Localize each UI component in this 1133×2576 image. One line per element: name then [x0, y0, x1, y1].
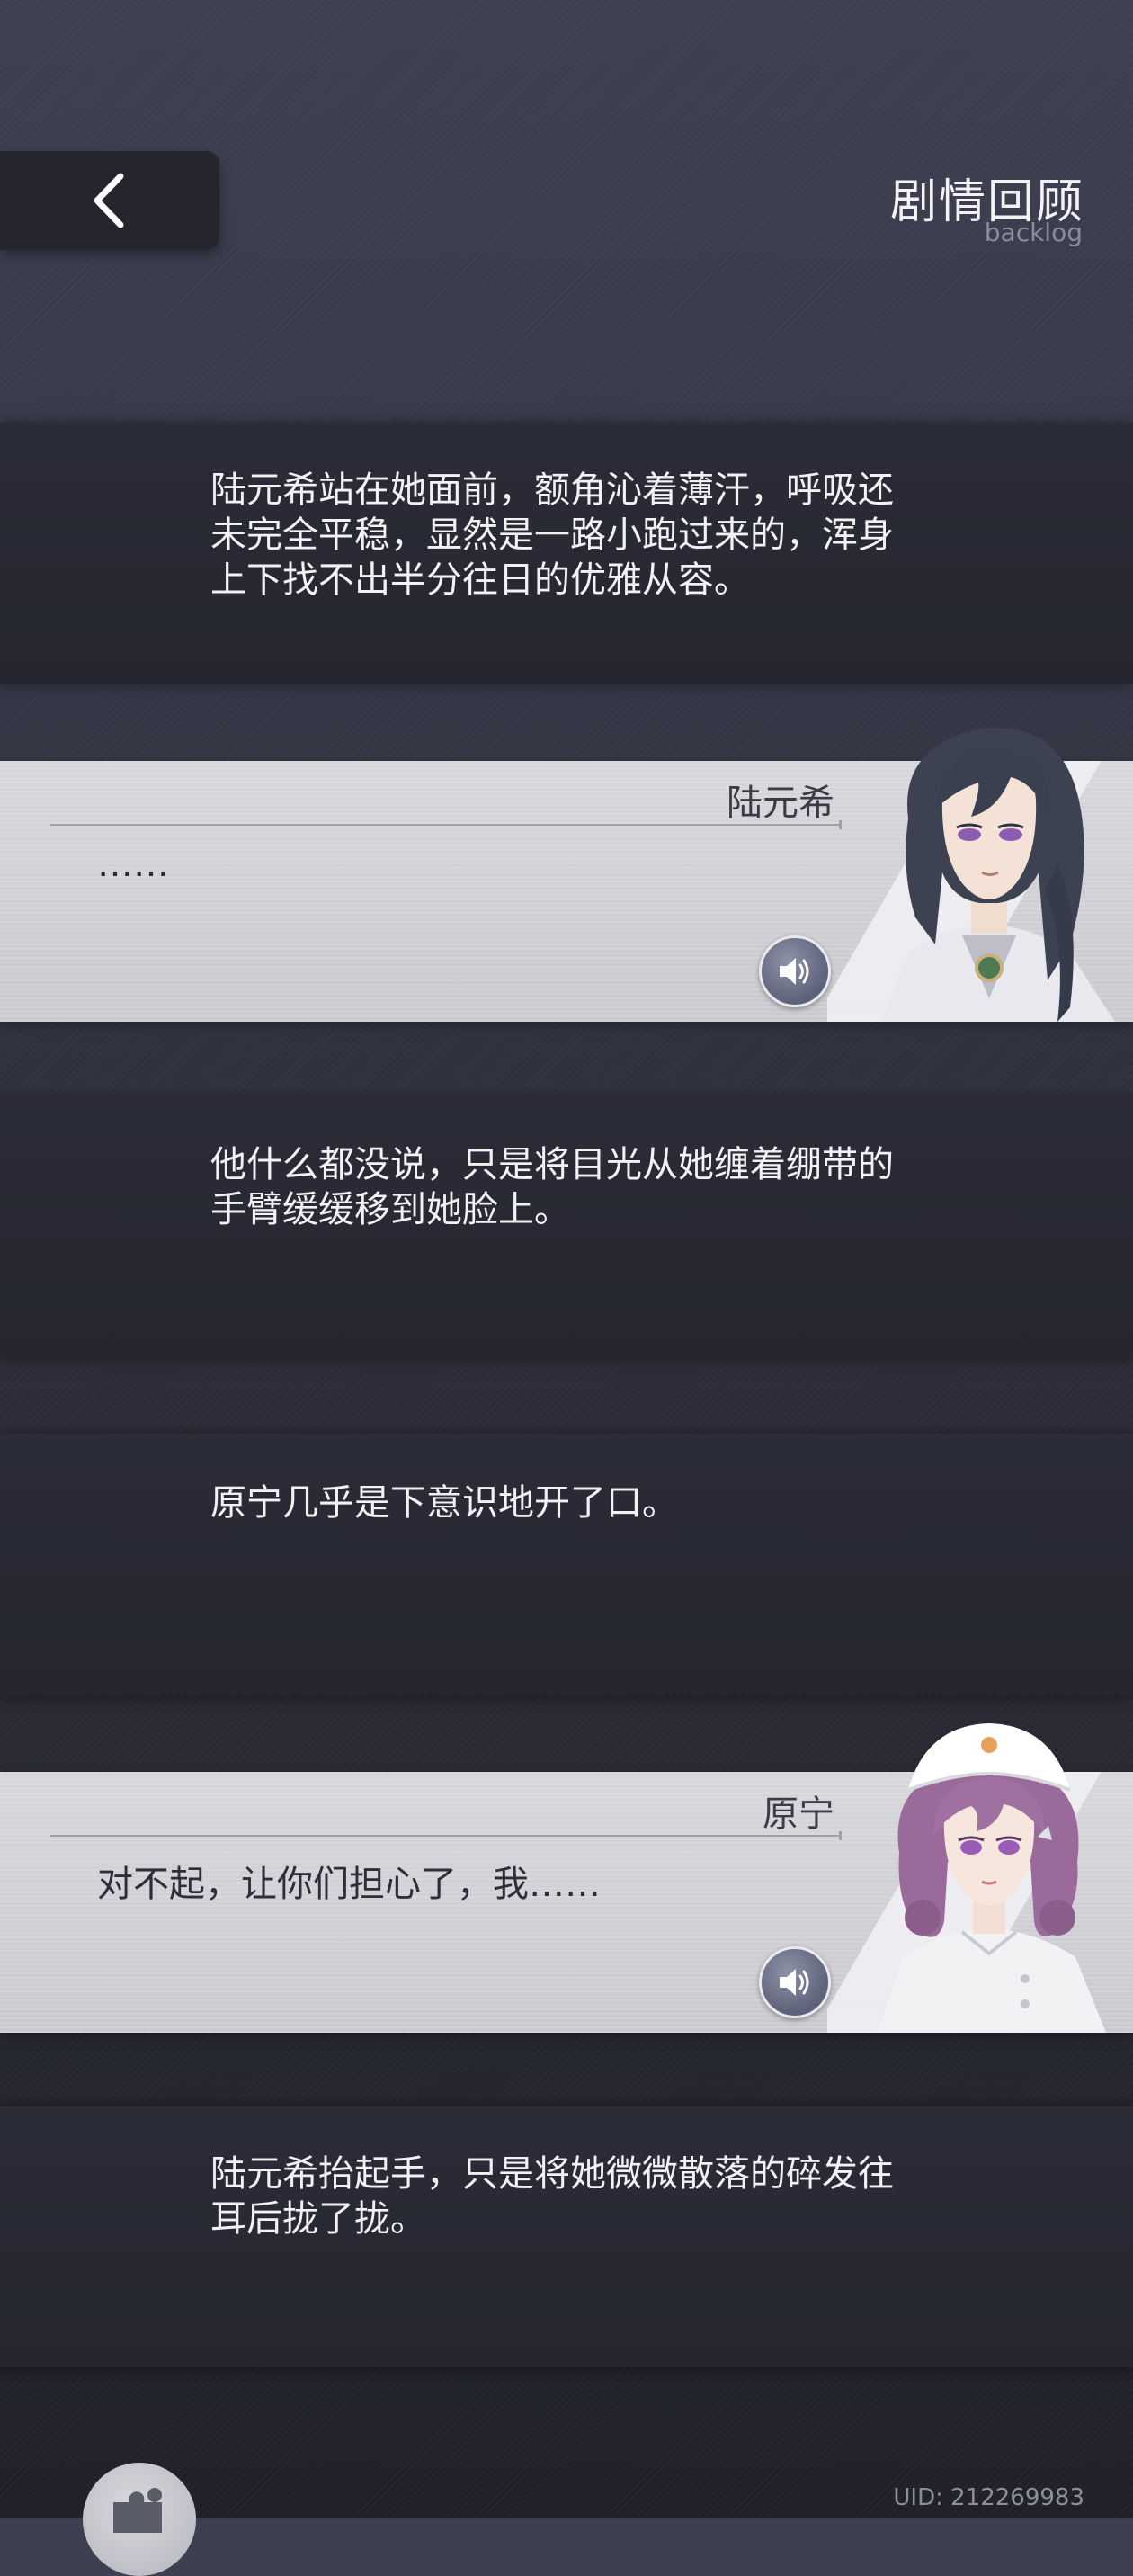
divider — [50, 1831, 842, 1840]
narration-text: 原宁几乎是下意识地开了口。 — [210, 1482, 678, 1524]
narration-text: 他什么都没说，只是将目光从她缠着绷带的手臂缓缓移到她脸上。 — [210, 1144, 894, 1230]
puzzle-piece-icon — [113, 2488, 162, 2533]
uid-label: UID: 212269983 — [893, 2484, 1084, 2511]
voice-replay-button[interactable] — [759, 935, 831, 1007]
narration-text: 陆元希抬起手，只是将她微微散落的碎发往耳后拢了拢。 — [210, 2153, 894, 2240]
narration-entry: 他什么都没说，只是将目光从她缠着绷带的手臂缓缓移到她脸上。 — [0, 1097, 1133, 1358]
speaker-icon — [780, 958, 809, 985]
corner-menu-button[interactable] — [83, 2463, 196, 2576]
dialogue-text: …… — [97, 844, 169, 885]
dialogue-text: 对不起，让你们担心了，我…… — [97, 1864, 601, 1905]
dark-haired-man-portrait — [881, 728, 1115, 1022]
speaker-name: 原宁 — [763, 1793, 834, 1835]
narration-text: 陆元希站在她面前，额角沁着薄汗，呼吸还未完全平稳，显然是一路小跑过来的，浑身上下… — [210, 470, 894, 601]
narration-entry: 陆元希抬起手，只是将她微微散落的碎发往耳后拢了拢。 — [0, 2106, 1133, 2367]
speaker-name: 陆元希 — [727, 783, 834, 824]
divider — [50, 820, 842, 829]
voice-replay-button[interactable] — [759, 1946, 831, 2018]
narration-entry: 陆元希站在她面前，额角沁着薄汗，呼吸还未完全平稳，显然是一路小跑过来的，浑身上下… — [0, 423, 1133, 684]
narration-entry: 原宁几乎是下意识地开了口。 — [0, 1434, 1133, 1695]
back-button[interactable] — [0, 151, 219, 250]
nurse-girl-portrait — [878, 1723, 1106, 2033]
chevron-left-icon — [94, 173, 124, 228]
speaker-icon — [780, 1969, 809, 1996]
page-subtitle: backlog — [984, 218, 1083, 247]
